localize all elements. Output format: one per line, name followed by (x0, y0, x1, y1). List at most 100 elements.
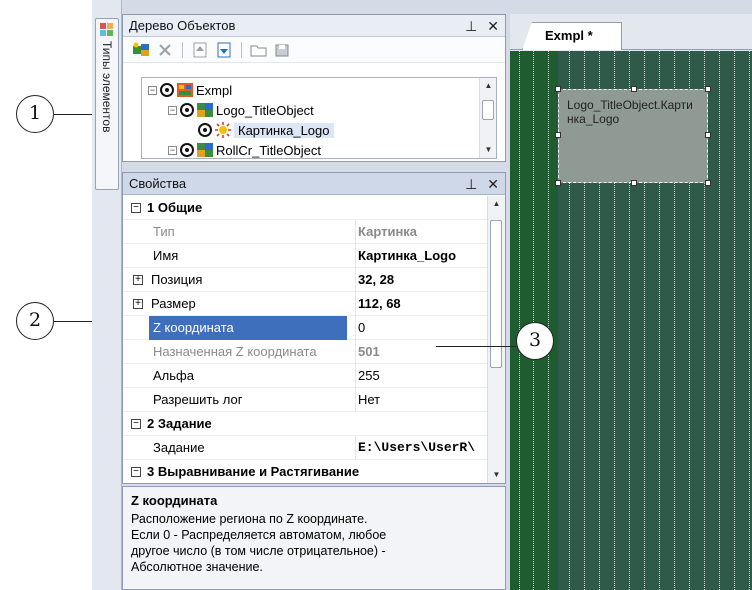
move-up-button[interactable] (190, 41, 210, 59)
callout-3-line (436, 346, 516, 347)
expand-icon[interactable]: − (168, 145, 177, 155)
selected-region[interactable]: Logo_TitleObject.Картинка_Logo (555, 86, 711, 186)
callout-1: 1 (16, 95, 54, 133)
close-icon[interactable]: ✕ (487, 173, 499, 195)
grid-line (533, 51, 534, 590)
save-button[interactable] (273, 41, 293, 59)
save-icon (275, 44, 289, 56)
resize-handle[interactable] (555, 180, 561, 186)
picture-icon (215, 122, 231, 138)
property-name: Альфа (153, 368, 194, 383)
collapse-icon[interactable]: − (131, 467, 141, 477)
property-row-position[interactable]: + Позиция 32, 28 (123, 268, 489, 292)
property-row-alpha[interactable]: Альфа 255 (123, 364, 489, 388)
collapse-icon[interactable]: − (148, 85, 157, 95)
document-tab-strip: Exmpl * (510, 14, 752, 50)
expand-icon[interactable]: + (133, 299, 143, 309)
grid-line (719, 51, 720, 590)
scene-canvas[interactable]: Logo_TitleObject.Картинка_Logo (510, 51, 752, 590)
tree-item-rollcr-titleobject[interactable]: − RollCr_TitleObject (168, 140, 321, 158)
category-label: 2 Задание (147, 416, 212, 431)
resize-handle[interactable] (705, 132, 711, 138)
pin-icon[interactable]: ⊥ (465, 173, 477, 195)
tab-exmpl[interactable]: Exmpl * (522, 22, 622, 50)
property-grid: − 1 Общие Тип Картинка Имя Картинка_Logo… (123, 196, 489, 483)
properties-scrollbar[interactable]: ▲ ▼ (487, 196, 505, 483)
delete-button[interactable] (155, 41, 175, 59)
resize-handle[interactable] (705, 180, 711, 186)
property-value[interactable]: Картинка_Logo (355, 244, 489, 268)
element-types-tab[interactable]: Типы элементов (95, 18, 119, 190)
property-name: Позиция (151, 272, 203, 287)
property-value[interactable]: 255 (355, 364, 489, 388)
property-row-z-coordinate[interactable]: Z координата 0 (123, 316, 489, 340)
category-general[interactable]: − 1 Общие (123, 196, 489, 220)
visibility-icon[interactable] (160, 83, 174, 97)
add-object-button[interactable] (131, 41, 151, 59)
tree-scrollbar[interactable]: ▲ ▼ (479, 78, 496, 158)
open-folder-button[interactable] (249, 41, 269, 59)
callout-3: 3 (516, 322, 554, 360)
property-name: Задание (153, 440, 205, 455)
collapse-icon[interactable]: − (131, 419, 141, 429)
tree-item-label: Картинка_Logo (234, 122, 334, 138)
category-label: 1 Общие (147, 200, 203, 215)
description-line: другое число (в том числе отрицательное)… (131, 544, 386, 558)
resize-handle[interactable] (705, 86, 711, 92)
object-tree-header: Дерево Объектов ⊥ ✕ (123, 15, 505, 37)
grid-line (734, 51, 735, 590)
collapse-icon[interactable]: − (131, 203, 141, 213)
app-window: Типы элементов Дерево Объектов ⊥ ✕ − Exm… (92, 0, 752, 590)
scene-editor: Exmpl * Logo_TitleObject.Картинка_Logo (510, 14, 752, 590)
move-down-icon (217, 42, 231, 57)
resize-handle[interactable] (631, 180, 637, 186)
visibility-icon[interactable] (180, 103, 194, 117)
property-name: Z координата (149, 316, 347, 340)
description-line: Расположение региона по Z координате. (131, 512, 368, 526)
scene-icon (177, 83, 193, 97)
close-icon[interactable]: ✕ (487, 15, 499, 37)
resize-handle[interactable] (555, 86, 561, 92)
property-name: Имя (153, 248, 179, 263)
property-row-type[interactable]: Тип Картинка (123, 220, 489, 244)
expand-icon[interactable]: + (133, 275, 143, 285)
property-value[interactable]: Нет (355, 388, 489, 412)
folder-icon (250, 45, 267, 56)
pin-icon[interactable]: ⊥ (465, 15, 477, 37)
resize-handle[interactable] (555, 132, 561, 138)
category-task[interactable]: − 2 Задание (123, 412, 489, 436)
property-row-size[interactable]: + Размер 112, 68 (123, 292, 489, 316)
properties-title: Свойства (129, 176, 187, 191)
scroll-up-icon[interactable]: ▲ (480, 78, 496, 94)
resize-handle[interactable] (631, 86, 637, 92)
scroll-thumb[interactable] (482, 100, 494, 120)
property-value[interactable]: 32, 28 (355, 268, 489, 292)
property-value[interactable]: E:\Users\UserR\ (355, 436, 489, 460)
scroll-down-icon[interactable]: ▼ (480, 142, 496, 158)
scroll-down-icon[interactable]: ▼ (488, 467, 505, 483)
grid-line (519, 51, 520, 590)
property-row-task[interactable]: Задание E:\Users\UserR\ (123, 436, 489, 460)
properties-panel: Свойства ⊥ ✕ − 1 Общие Тип Картинка Имя … (122, 172, 506, 484)
side-strip: Типы элементов (92, 0, 122, 590)
tree-item-exmpl[interactable]: − Exmpl (148, 80, 232, 100)
property-name: Разрешить лог (153, 392, 243, 407)
scroll-up-icon[interactable]: ▲ (488, 196, 505, 212)
tree-item-label: RollCr_TitleObject (216, 142, 321, 158)
category-alignment[interactable]: − 3 Выравнивание и Растягивание (123, 460, 489, 483)
property-value: 501 (355, 340, 489, 364)
property-value[interactable]: 0 (355, 316, 489, 340)
grid-line (749, 51, 750, 590)
move-up-icon (193, 42, 207, 57)
property-row-allow-log[interactable]: Разрешить лог Нет (123, 388, 489, 412)
visibility-icon[interactable] (180, 143, 194, 157)
visibility-icon[interactable] (198, 123, 212, 137)
property-value[interactable]: 112, 68 (355, 292, 489, 316)
move-down-button[interactable] (214, 41, 234, 59)
tree-item-logo-titleobject[interactable]: − Logo_TitleObject (168, 100, 314, 120)
property-row-assigned-z[interactable]: Назначенная Z координата 501 (123, 340, 489, 364)
property-row-name[interactable]: Имя Картинка_Logo (123, 244, 489, 268)
tree-item-kartinka-logo[interactable]: Картинка_Logo (198, 120, 334, 140)
object-tree-title: Дерево Объектов (129, 18, 236, 33)
collapse-icon[interactable]: − (168, 105, 177, 115)
